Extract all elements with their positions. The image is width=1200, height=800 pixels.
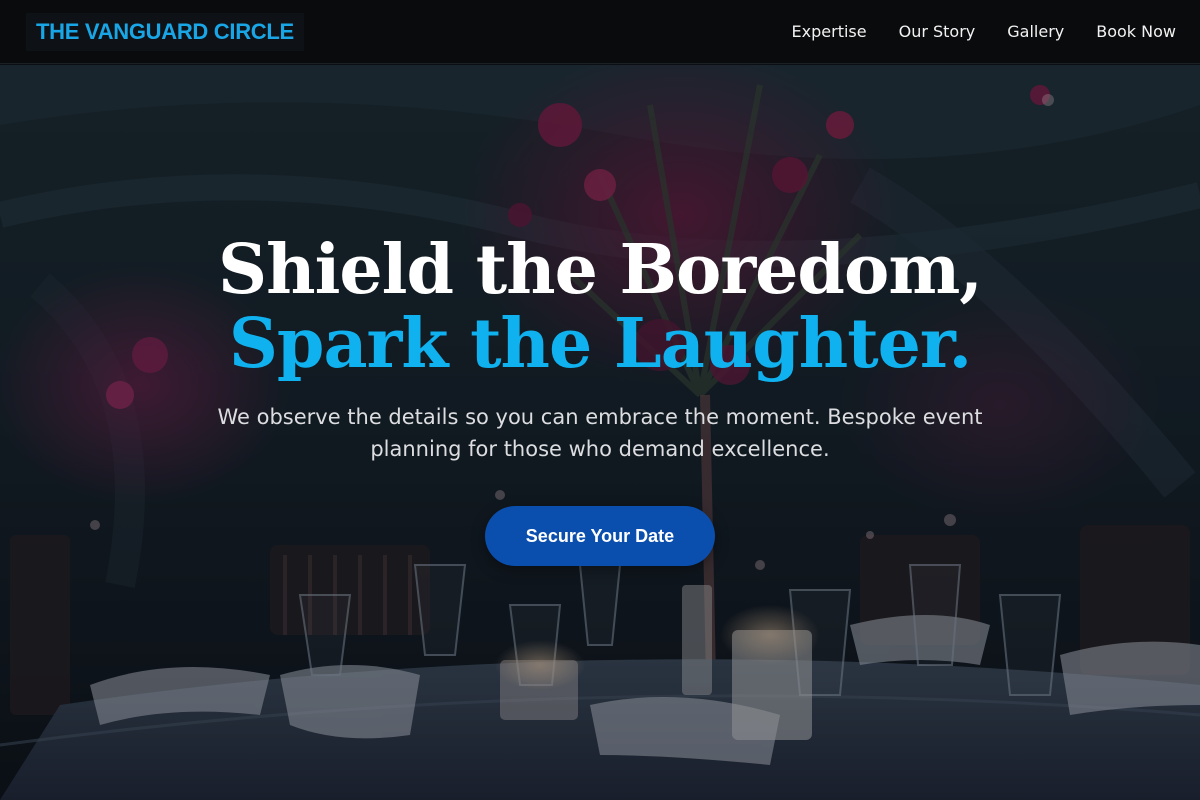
brand-logo-link[interactable]: THE VANGUARD CIRCLE xyxy=(26,12,304,51)
hero-content: Shield the Boredom, Spark the Laughter. … xyxy=(0,65,1200,800)
nav-link-book-now[interactable]: Book Now xyxy=(1096,22,1176,41)
hero-subtitle: We observe the details so you can embrac… xyxy=(217,405,983,461)
nav-link-expertise[interactable]: Expertise xyxy=(792,22,867,41)
main-nav: Expertise Our Story Gallery Book Now xyxy=(792,22,1176,41)
site-header: THE VANGUARD CIRCLE Expertise Our Story … xyxy=(0,0,1200,64)
hero-headline-line2: Spark the Laughter. xyxy=(228,304,972,384)
hero-headline: Shield the Boredom, Spark the Laughter. xyxy=(0,233,1200,381)
hero-headline-line1: Shield the Boredom, xyxy=(218,230,983,310)
landing-page: THE VANGUARD CIRCLE Expertise Our Story … xyxy=(0,0,1200,800)
hero-section: Shield the Boredom, Spark the Laughter. … xyxy=(0,65,1200,800)
nav-link-gallery[interactable]: Gallery xyxy=(1007,22,1064,41)
secure-your-date-button[interactable]: Secure Your Date xyxy=(485,506,715,566)
nav-link-our-story[interactable]: Our Story xyxy=(899,22,976,41)
